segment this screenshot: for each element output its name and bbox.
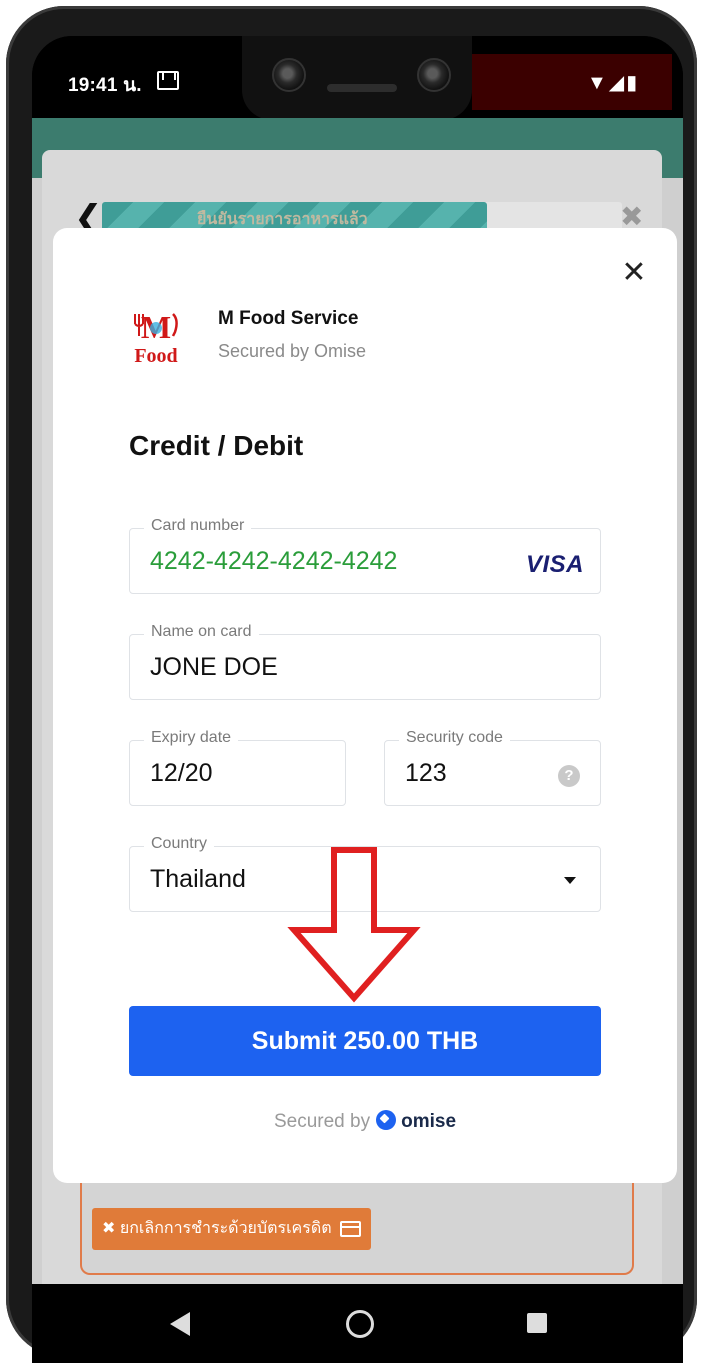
cancel-button-label: ✖ ยกเลิกการชำระด้วยบัตรเครดิต bbox=[102, 1220, 332, 1237]
payment-modal: ✕ M Food M Food Service Secured by Omise… bbox=[53, 228, 677, 1183]
status-icons-area bbox=[472, 54, 672, 110]
omise-logo-icon bbox=[376, 1110, 397, 1130]
name-on-card-field[interactable]: Name on card JONE DOE bbox=[129, 623, 601, 700]
modal-close-icon[interactable]: ✕ bbox=[619, 258, 649, 288]
front-sensor-icon bbox=[417, 58, 451, 92]
country-value: Thailand bbox=[150, 865, 246, 893]
camera-notch bbox=[242, 36, 472, 120]
status-bar: 19:41 น. ▼◢▮ bbox=[32, 36, 683, 120]
logo-word: Food bbox=[134, 345, 177, 364]
expiry-date-field[interactable]: Expiry date 12/20 bbox=[129, 729, 346, 806]
omise-wordmark: omise bbox=[401, 1111, 457, 1132]
mail-icon bbox=[157, 71, 179, 90]
name-on-card-label: Name on card bbox=[144, 623, 259, 641]
android-nav-bar bbox=[32, 1284, 683, 1363]
card-number-value: 4242-4242-4242-4242 bbox=[150, 547, 398, 575]
status-time: 19:41 น. bbox=[68, 75, 142, 96]
secured-by-text: Secured by bbox=[273, 1111, 371, 1132]
nav-recents-icon[interactable] bbox=[527, 1313, 547, 1333]
nav-back-icon[interactable] bbox=[170, 1312, 190, 1336]
annotation-arrow-icon bbox=[287, 847, 421, 1003]
phone-frame: 19:41 น. ▼◢▮ ❮ ยืนยันรายการอาหารแล้ว ✖ ✖… bbox=[6, 6, 697, 1363]
signal-battery-icon: ▼◢▮ bbox=[587, 72, 640, 94]
security-code-label: Security code bbox=[399, 729, 510, 747]
cancel-credit-payment-button[interactable]: ✖ ยกเลิกการชำระด้วยบัตรเครดิต bbox=[92, 1208, 372, 1250]
secured-by-footer: Secured by omise bbox=[53, 1110, 677, 1133]
earpiece-speaker bbox=[327, 84, 397, 92]
card-number-field[interactable]: Card number 4242-4242-4242-4242 VISA bbox=[129, 517, 601, 594]
merchant-logo: M Food bbox=[125, 308, 187, 364]
card-number-label: Card number bbox=[144, 517, 252, 535]
section-title: Credit / Debit bbox=[129, 430, 304, 461]
security-code-field[interactable]: Security code 123 ? bbox=[384, 729, 601, 806]
front-camera-icon bbox=[272, 58, 306, 92]
credit-card-icon bbox=[340, 1220, 362, 1237]
security-code-value: 123 bbox=[405, 759, 447, 787]
expiry-date-label: Expiry date bbox=[144, 729, 239, 747]
cancel-panel: ✖ ยกเลิกการชำระด้วยบัตรเครดิต bbox=[80, 1178, 634, 1275]
merchant-name: M Food Service bbox=[218, 308, 359, 329]
dropdown-caret-icon bbox=[564, 877, 576, 884]
merchant-subtitle: Secured by Omise bbox=[218, 341, 367, 361]
help-icon[interactable]: ? bbox=[558, 765, 580, 787]
name-on-card-value: JONE DOE bbox=[150, 653, 278, 681]
nav-home-icon[interactable] bbox=[346, 1310, 374, 1338]
expiry-date-value: 12/20 bbox=[150, 759, 213, 787]
visa-logo-icon: VISA bbox=[525, 551, 584, 578]
phone-screen: 19:41 น. ▼◢▮ ❮ ยืนยันรายการอาหารแล้ว ✖ ✖… bbox=[32, 36, 683, 1363]
country-label: Country bbox=[144, 835, 215, 853]
submit-payment-button[interactable]: Submit 250.00 THB bbox=[129, 1006, 601, 1076]
